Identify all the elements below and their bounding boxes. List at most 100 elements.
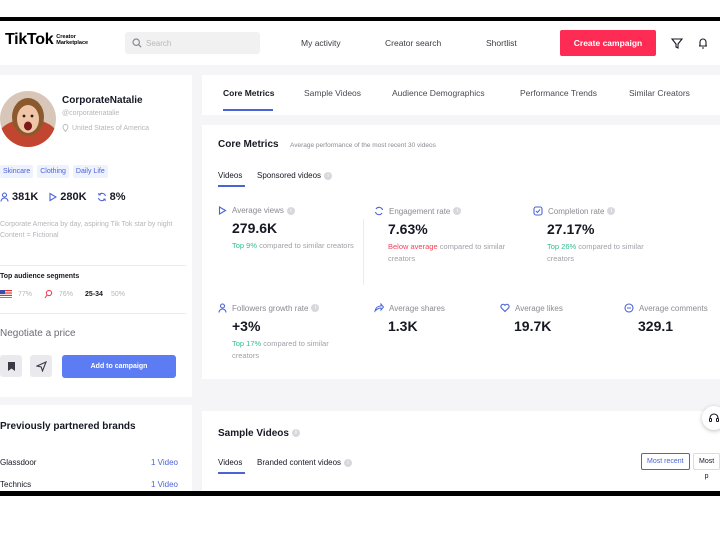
info-icon[interactable]: i bbox=[291, 429, 300, 438]
metric-label-text: Average comments bbox=[639, 303, 708, 313]
support-button[interactable] bbox=[702, 406, 720, 430]
subtab-sponsored-videos[interactable]: Sponsored videos i bbox=[257, 171, 333, 180]
location-text: United States of America bbox=[72, 124, 150, 132]
partnered-brands-title: Previously partnered brands bbox=[0, 421, 136, 432]
metric-value: +3% bbox=[232, 318, 261, 334]
metric-value: 329.1 bbox=[638, 318, 674, 334]
bookmark-button[interactable] bbox=[0, 355, 22, 377]
comparison-highlight: Top 26% bbox=[547, 242, 577, 251]
us-flag-icon bbox=[0, 290, 12, 298]
tab-similar-creators[interactable]: Similar Creators bbox=[629, 88, 690, 98]
share-icon bbox=[374, 303, 384, 313]
person-icon bbox=[218, 303, 227, 313]
brand-video-link[interactable]: 1 Video bbox=[151, 480, 178, 489]
core-metrics-subtitle: Average performance of the most recent 3… bbox=[290, 142, 436, 149]
sort-most-recent-button[interactable]: Most recent bbox=[641, 453, 690, 470]
engagement-stat: 8% bbox=[97, 191, 126, 203]
divider bbox=[0, 265, 186, 266]
tab-core-metrics[interactable]: Core Metrics bbox=[223, 88, 275, 98]
info-icon[interactable]: i bbox=[324, 171, 333, 180]
metric-followers-growth-rate: Followers growth rate i +3% Top 17% compa… bbox=[218, 303, 357, 362]
metric-comparison: Top 17% compared to similar creators bbox=[232, 338, 357, 362]
tab-performance-trends[interactable]: Performance Trends bbox=[520, 88, 597, 98]
active-tab-indicator bbox=[223, 109, 273, 111]
metric-average-likes: Average likes 19.7K bbox=[500, 303, 563, 334]
profile-tabs: Core Metrics Sample Videos Audience Demo… bbox=[202, 75, 720, 115]
subtab-videos[interactable]: Videos bbox=[218, 458, 242, 467]
create-campaign-button[interactable]: Create campaign bbox=[560, 30, 656, 56]
metric-comparison: Top 26% compared to similar creators bbox=[547, 241, 672, 265]
metric-average-views: Average views i 279.6K Top 9% compared to… bbox=[218, 206, 357, 252]
metric-label: Completion rate i bbox=[533, 206, 672, 216]
metric-engagement-rate: Engagement rate i 7.63% Below average com… bbox=[374, 206, 513, 265]
followers-value: 381K bbox=[12, 191, 39, 203]
active-subtab-indicator bbox=[218, 472, 245, 474]
play-icon bbox=[49, 192, 58, 202]
metric-label-text: Engagement rate bbox=[389, 206, 451, 216]
send-icon bbox=[35, 360, 47, 372]
top-navbar: TikTok Creator Marketplace My activity C… bbox=[0, 21, 720, 65]
refresh-icon bbox=[374, 206, 384, 216]
info-icon[interactable]: i bbox=[344, 458, 353, 467]
subtab-videos[interactable]: Videos bbox=[218, 171, 242, 180]
comparison-highlight: Below average bbox=[388, 242, 438, 251]
creator-handle: @corporatenatalie bbox=[62, 110, 120, 117]
followers-stat: 381K bbox=[0, 191, 38, 203]
comment-icon bbox=[624, 303, 634, 313]
subtab-branded-content-videos[interactable]: Branded content videos i bbox=[257, 458, 353, 467]
tab-audience-demographics[interactable]: Audience Demographics bbox=[392, 88, 485, 98]
sort-most-popular-button[interactable]: Most p bbox=[693, 453, 720, 480]
brand-video-link[interactable]: 1 Video bbox=[151, 458, 178, 467]
tab-sample-videos[interactable]: Sample Videos bbox=[304, 88, 361, 98]
sample-videos-title: Sample Videos i bbox=[218, 428, 300, 439]
search-box[interactable] bbox=[125, 32, 260, 54]
search-input[interactable] bbox=[146, 38, 246, 48]
core-metrics-title: Core Metrics bbox=[218, 139, 279, 150]
nav-shortlist[interactable]: Shortlist bbox=[486, 38, 517, 48]
search-icon bbox=[132, 38, 142, 48]
active-subtab-indicator bbox=[218, 185, 245, 187]
bell-icon[interactable] bbox=[696, 36, 710, 50]
metric-value: 1.3K bbox=[388, 318, 418, 334]
person-icon bbox=[0, 192, 9, 202]
info-icon[interactable]: i bbox=[453, 207, 462, 215]
metric-label: Average shares bbox=[374, 303, 445, 313]
tiktok-logo[interactable]: TikTok Creator Marketplace bbox=[5, 31, 102, 49]
category-tags: Skincare Clothing Daily Life bbox=[0, 165, 108, 178]
brand-name: Glassdoor bbox=[0, 458, 37, 467]
filter-icon[interactable] bbox=[670, 36, 684, 50]
tag-skincare[interactable]: Skincare bbox=[0, 165, 34, 178]
metric-value: 19.7K bbox=[514, 318, 552, 334]
brand-row: Technics 1 Video bbox=[0, 480, 178, 489]
logo-subtitle: Creator Marketplace bbox=[56, 34, 89, 46]
nav-creator-search[interactable]: Creator search bbox=[385, 38, 441, 48]
metric-label: Average comments bbox=[624, 303, 708, 313]
headset-icon bbox=[709, 413, 719, 422]
metric-average-comments: Average comments 329.1 bbox=[624, 303, 708, 334]
core-metrics-card: Core Metrics Average performance of the … bbox=[202, 125, 720, 379]
tag-daily-life[interactable]: Daily Life bbox=[72, 165, 108, 178]
avatar bbox=[0, 91, 56, 147]
partnered-brands-card: Previously partnered brands Glassdoor 1 … bbox=[0, 405, 192, 491]
nav-my-activity[interactable]: My activity bbox=[301, 38, 341, 48]
divider bbox=[363, 219, 364, 285]
info-icon[interactable]: i bbox=[286, 206, 295, 215]
metric-value: 27.17% bbox=[547, 221, 595, 237]
sample-videos-card: Sample Videos i Videos Branded content vi… bbox=[202, 411, 720, 491]
metric-label: Engagement rate i bbox=[374, 206, 513, 216]
tag-clothing[interactable]: Clothing bbox=[37, 165, 69, 178]
logo-text: TikTok bbox=[5, 31, 54, 48]
app-screen: TikTok Creator Marketplace My activity C… bbox=[0, 21, 720, 491]
metric-label: Followers growth rate i bbox=[218, 303, 357, 313]
comparison-text: compared to similar creators bbox=[257, 241, 354, 250]
creator-name: CorporateNatalie bbox=[62, 95, 143, 106]
female-icon bbox=[44, 289, 53, 299]
brand-row: Glassdoor 1 Video bbox=[0, 458, 178, 467]
info-icon[interactable]: i bbox=[607, 207, 616, 215]
views-value: 280K bbox=[60, 191, 87, 203]
info-icon[interactable]: i bbox=[311, 304, 320, 312]
add-to-campaign-button[interactable]: Add to campaign bbox=[62, 355, 176, 378]
negotiate-price-label: Negotiate a price bbox=[0, 328, 76, 339]
completion-icon bbox=[533, 206, 543, 216]
send-message-button[interactable] bbox=[30, 355, 52, 377]
